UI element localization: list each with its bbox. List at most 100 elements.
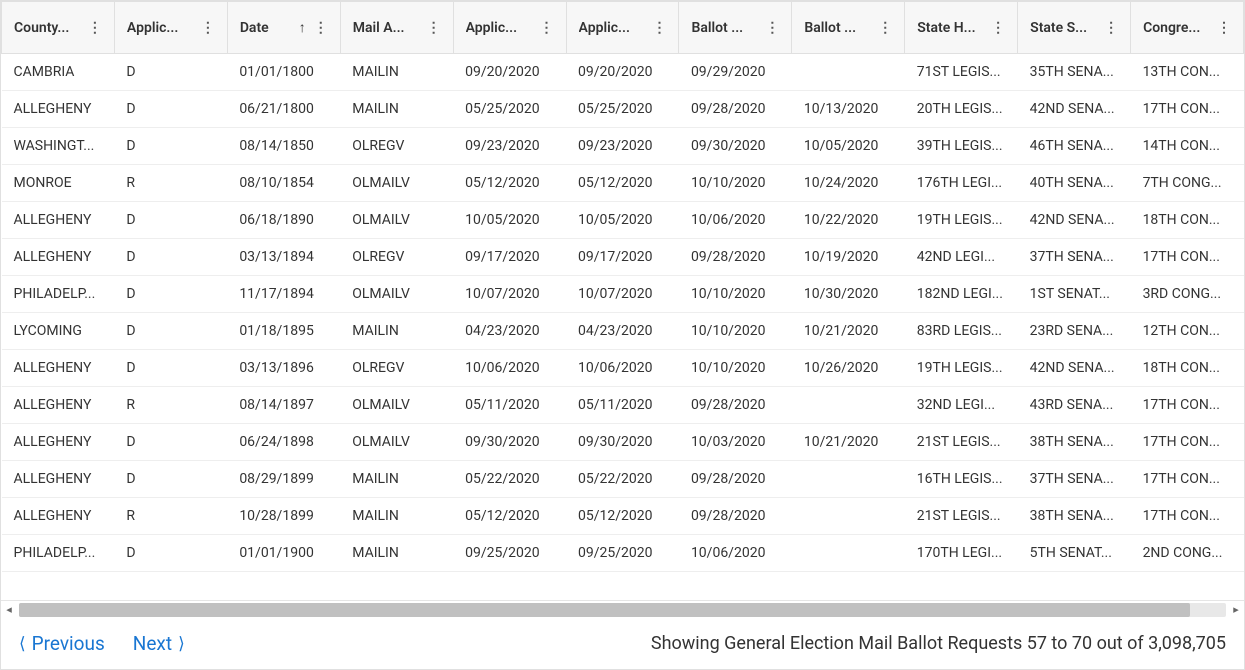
- cell-date: 01/01/1800: [227, 54, 340, 91]
- cell-applicant_party: D: [114, 128, 227, 165]
- cell-county: MONROE: [2, 165, 115, 202]
- cell-mail_app: OLREGV: [340, 128, 453, 165]
- cell-applicant_party: D: [114, 91, 227, 128]
- table-row[interactable]: PHILADELP...D01/01/1900MAILIN09/25/20200…: [2, 535, 1244, 572]
- sort-ascending-icon: ↑: [299, 19, 306, 36]
- table-row[interactable]: WASHINGT...D08/14/1850OLREGV09/23/202009…: [2, 128, 1244, 165]
- table-row[interactable]: LYCOMINGD01/18/1895MAILIN04/23/202004/23…: [2, 313, 1244, 350]
- scroll-right-icon[interactable]: ▸: [1228, 602, 1244, 618]
- data-table: County...⋮Applic...⋮Date↑⋮Mail A...⋮Appl…: [1, 1, 1244, 572]
- cell-applicant_party: D: [114, 276, 227, 313]
- cell-mail_app: OLMAILV: [340, 276, 453, 313]
- cell-ballot2: 10/05/2020: [792, 128, 905, 165]
- column-menu-icon[interactable]: ⋮: [1102, 19, 1120, 37]
- cell-date: 06/21/1800: [227, 91, 340, 128]
- table-row[interactable]: ALLEGHENYD03/13/1896OLREGV10/06/202010/0…: [2, 350, 1244, 387]
- column-label: Mail A...: [353, 20, 405, 36]
- cell-congress: 12TH CON...: [1131, 313, 1244, 350]
- cell-app_date2: 09/20/2020: [566, 54, 679, 91]
- column-menu-icon[interactable]: ⋮: [763, 19, 781, 37]
- column-header-applicant_party[interactable]: Applic...⋮: [114, 2, 227, 54]
- table-row[interactable]: ALLEGHENYD03/13/1894OLREGV09/17/202009/1…: [2, 239, 1244, 276]
- cell-date: 01/18/1895: [227, 313, 340, 350]
- column-header-app_date1[interactable]: Applic...⋮: [453, 2, 566, 54]
- cell-date: 08/10/1854: [227, 165, 340, 202]
- table-row[interactable]: ALLEGHENYD08/29/1899MAILIN05/22/202005/2…: [2, 461, 1244, 498]
- column-menu-icon[interactable]: ⋮: [199, 19, 217, 37]
- cell-applicant_party: D: [114, 535, 227, 572]
- column-header-app_date2[interactable]: Applic...⋮: [566, 2, 679, 54]
- table-row[interactable]: MONROER08/10/1854OLMAILV05/12/202005/12/…: [2, 165, 1244, 202]
- cell-congress: 17TH CON...: [1131, 498, 1244, 535]
- column-header-state_senate[interactable]: State S...⋮: [1018, 2, 1131, 54]
- column-menu-icon[interactable]: ⋮: [425, 19, 443, 37]
- cell-ballot2: [792, 498, 905, 535]
- column-header-date[interactable]: Date↑⋮: [227, 2, 340, 54]
- table-row[interactable]: ALLEGHENYD06/21/1800MAILIN05/25/202005/2…: [2, 91, 1244, 128]
- column-menu-icon[interactable]: ⋮: [86, 19, 104, 37]
- cell-state_senate: 37TH SENA...: [1018, 461, 1131, 498]
- table-row[interactable]: ALLEGHENYR08/14/1897OLMAILV05/11/202005/…: [2, 387, 1244, 424]
- scrollbar-track[interactable]: [19, 603, 1226, 617]
- column-menu-icon[interactable]: ⋮: [312, 19, 330, 37]
- cell-state_house: 19TH LEGIS...: [905, 350, 1018, 387]
- column-label: Ballot ...: [804, 20, 856, 36]
- scrollbar-thumb[interactable]: [19, 603, 1190, 617]
- cell-state_house: 42ND LEGI...: [905, 239, 1018, 276]
- cell-ballot1: 10/10/2020: [679, 165, 792, 202]
- column-label: County...: [14, 20, 69, 36]
- table-scroll-area[interactable]: County...⋮Applic...⋮Date↑⋮Mail A...⋮Appl…: [1, 1, 1244, 600]
- cell-state_senate: 37TH SENA...: [1018, 239, 1131, 276]
- cell-ballot2: 10/19/2020: [792, 239, 905, 276]
- cell-app_date1: 10/07/2020: [453, 276, 566, 313]
- record-range-status: Showing General Election Mail Ballot Req…: [651, 633, 1226, 654]
- table-row[interactable]: ALLEGHENYR10/28/1899MAILIN05/12/202005/1…: [2, 498, 1244, 535]
- cell-app_date2: 10/07/2020: [566, 276, 679, 313]
- next-label: Next: [133, 632, 172, 655]
- column-header-mail_app[interactable]: Mail A... ⋮: [340, 2, 453, 54]
- cell-state_senate: 40TH SENA...: [1018, 165, 1131, 202]
- column-header-ballot2[interactable]: Ballot ... ⋮: [792, 2, 905, 54]
- chevron-left-icon: ⟨: [19, 634, 26, 654]
- column-menu-icon[interactable]: ⋮: [538, 19, 556, 37]
- column-menu-icon[interactable]: ⋮: [1215, 19, 1233, 37]
- cell-state_senate: 23RD SENA...: [1018, 313, 1131, 350]
- scroll-left-icon[interactable]: ◂: [1, 602, 17, 618]
- previous-button[interactable]: ⟨ Previous: [19, 632, 105, 655]
- cell-applicant_party: R: [114, 165, 227, 202]
- column-header-state_house[interactable]: State H...⋮: [905, 2, 1018, 54]
- cell-app_date2: 05/22/2020: [566, 461, 679, 498]
- cell-app_date1: 04/23/2020: [453, 313, 566, 350]
- cell-date: 06/18/1890: [227, 202, 340, 239]
- column-menu-icon[interactable]: ⋮: [876, 19, 894, 37]
- cell-state_house: 19TH LEGIS...: [905, 202, 1018, 239]
- column-label: Ballot ...: [691, 20, 743, 36]
- column-header-county[interactable]: County... ⋮: [2, 2, 115, 54]
- table-row[interactable]: ALLEGHENYD06/18/1890OLMAILV10/05/202010/…: [2, 202, 1244, 239]
- column-header-ballot1[interactable]: Ballot ... ⋮: [679, 2, 792, 54]
- horizontal-scrollbar[interactable]: ◂ ▸: [1, 600, 1244, 618]
- column-menu-icon[interactable]: ⋮: [650, 19, 668, 37]
- cell-date: 08/14/1850: [227, 128, 340, 165]
- cell-county: ALLEGHENY: [2, 424, 115, 461]
- cell-mail_app: OLMAILV: [340, 387, 453, 424]
- column-menu-icon[interactable]: ⋮: [989, 19, 1007, 37]
- table-row[interactable]: CAMBRIAD01/01/1800MAILIN09/20/202009/20/…: [2, 54, 1244, 91]
- cell-applicant_party: D: [114, 461, 227, 498]
- cell-app_date2: 04/23/2020: [566, 313, 679, 350]
- cell-date: 11/17/1894: [227, 276, 340, 313]
- cell-ballot1: 09/28/2020: [679, 239, 792, 276]
- table-row[interactable]: PHILADELP...D11/17/1894OLMAILV10/07/2020…: [2, 276, 1244, 313]
- cell-ballot1: 10/10/2020: [679, 313, 792, 350]
- cell-state_senate: 38TH SENA...: [1018, 424, 1131, 461]
- table-header: County...⋮Applic...⋮Date↑⋮Mail A...⋮Appl…: [2, 2, 1244, 54]
- cell-mail_app: MAILIN: [340, 91, 453, 128]
- cell-app_date2: 05/12/2020: [566, 165, 679, 202]
- cell-congress: 3RD CONG...: [1131, 276, 1244, 313]
- table-row[interactable]: ALLEGHENYD06/24/1898OLMAILV09/30/202009/…: [2, 424, 1244, 461]
- column-header-congress[interactable]: Congre...⋮: [1131, 2, 1244, 54]
- next-button[interactable]: Next ⟩: [133, 632, 185, 655]
- cell-county: ALLEGHENY: [2, 202, 115, 239]
- cell-ballot2: 10/21/2020: [792, 424, 905, 461]
- pager: ⟨ Previous Next ⟩: [19, 632, 185, 655]
